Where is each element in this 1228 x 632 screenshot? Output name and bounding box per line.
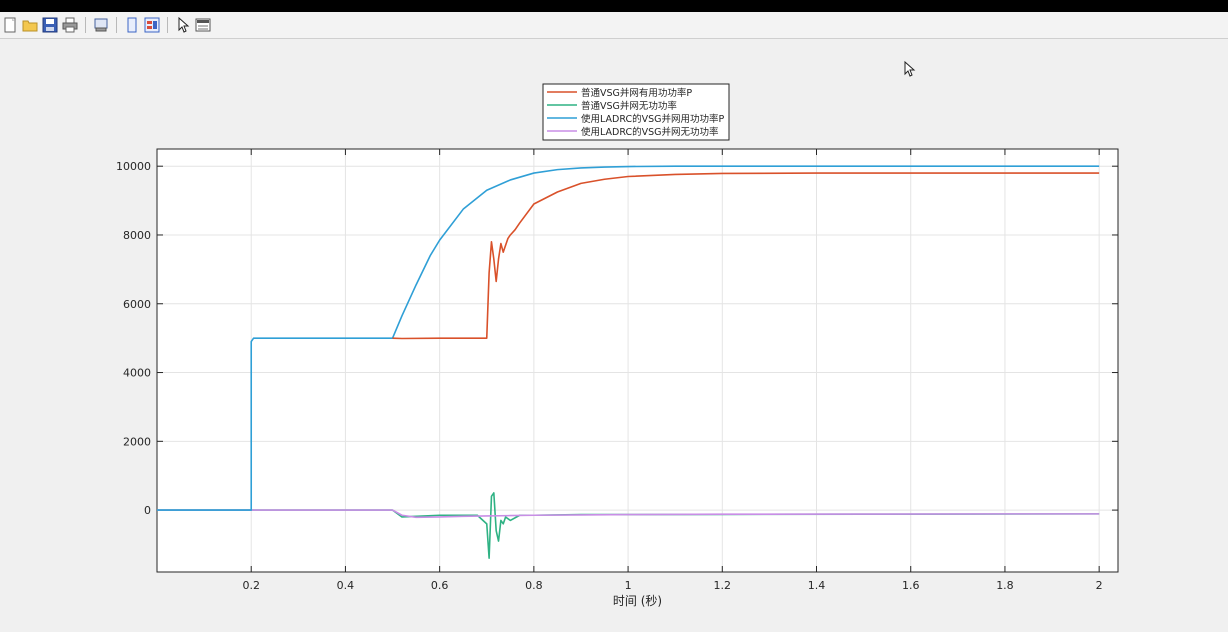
open-folder-icon[interactable] (22, 17, 38, 33)
x-tick-label: 1.6 (902, 579, 920, 592)
figure-canvas: 0.2 0.4 0.6 0.8 1 1.2 1.4 1.6 1.8 2 0 2000 4000 6000 8… (0, 39, 1228, 628)
mouse-cursor (904, 60, 916, 77)
hide-plot-tools-icon[interactable] (124, 17, 140, 33)
figure-toolbar (0, 12, 1228, 39)
x-tick-label: 0.4 (337, 579, 355, 592)
toolbar-separator (116, 17, 117, 33)
y-tick-label: 2000 (123, 435, 151, 448)
y-tick-label: 4000 (123, 367, 151, 380)
save-icon[interactable] (42, 17, 58, 33)
print-icon[interactable] (62, 17, 78, 33)
y-tick-label: 6000 (123, 298, 151, 311)
show-plot-tools-icon[interactable] (144, 17, 160, 33)
print-preview-icon[interactable] (93, 17, 109, 33)
new-figure-icon[interactable] (2, 17, 18, 33)
edit-plot-arrow-icon[interactable] (175, 16, 191, 33)
mouse-pointer-icon (904, 60, 916, 77)
x-tick-label: 1.2 (714, 579, 732, 592)
line-chart: 0.2 0.4 0.6 0.8 1 1.2 1.4 1.6 1.8 2 0 2000 4000 6000 8… (116, 60, 1119, 608)
x-tick-label: 1 (625, 579, 632, 592)
x-axis-label: 时间 (秒) (613, 594, 662, 608)
y-tick-label: 10000 (116, 160, 151, 173)
y-tick-label: 0 (144, 504, 151, 517)
x-tick-label: 0.6 (431, 579, 449, 592)
x-tick-label: 2 (1096, 579, 1103, 592)
x-tick-label: 0.8 (525, 579, 543, 592)
plot-area (157, 149, 1118, 572)
toolbar-separator (85, 17, 86, 33)
axes: 0.2 0.4 0.6 0.8 1 1.2 1.4 1.6 1.8 2 0 2000 4000 6000 8… (116, 148, 1119, 608)
legend-entry-3: 使用LADRC的VSG并网用功功率P (581, 113, 724, 125)
x-tick-label: 0.2 (242, 579, 260, 592)
window-title-bar (0, 0, 1228, 12)
legend-entry-2: 普通VSG并网无功功率 (581, 100, 677, 112)
legend-entry-1: 普通VSG并网有用功功率P (581, 87, 692, 99)
legend-entry-4: 使用LADRC的VSG并网无功功率 (581, 126, 719, 138)
legend: 普通VSG并网有用功功率P普通VSG并网无功功率使用LADRC的VSG并网用功功… (542, 83, 730, 141)
x-tick-label: 1.8 (996, 579, 1014, 592)
y-tick-label: 8000 (123, 229, 151, 242)
insert-colorbar-icon[interactable] (195, 17, 211, 33)
toolbar-separator (167, 17, 168, 33)
x-tick-label: 1.4 (808, 579, 826, 592)
